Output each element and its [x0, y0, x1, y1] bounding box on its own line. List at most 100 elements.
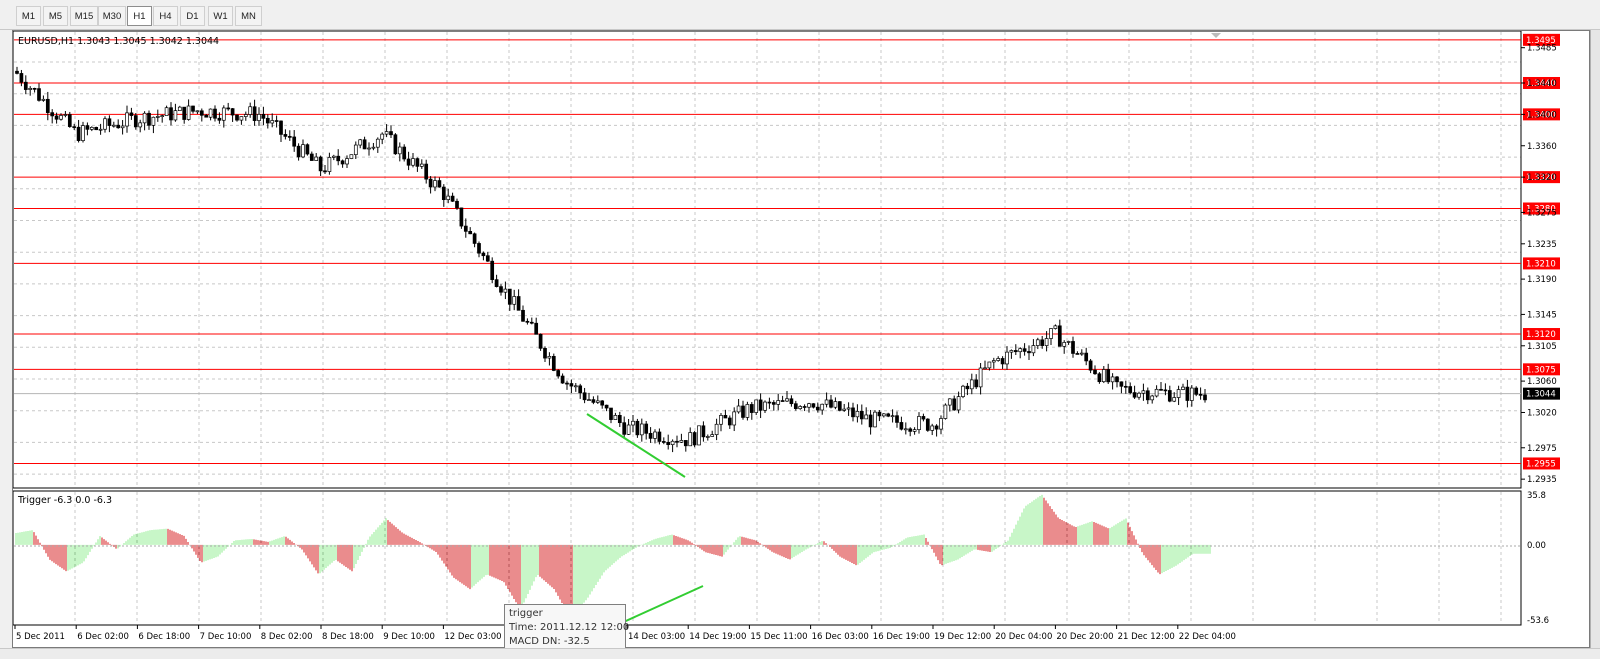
candle-body — [820, 403, 825, 411]
time-tick-label: 5 Dec 2011 — [16, 632, 65, 642]
candle-body — [710, 434, 715, 437]
timeframe-h1-button[interactable]: H1 — [127, 6, 152, 26]
candle-body — [921, 416, 926, 420]
bottom-scrollbar[interactable] — [0, 648, 1600, 659]
candle-body — [965, 385, 970, 390]
candle-body — [151, 116, 156, 126]
trigger-histogram — [15, 494, 1211, 618]
candle-body — [569, 383, 574, 387]
timeframe-m15-button[interactable]: M15 — [70, 6, 98, 26]
candle-body — [1128, 386, 1133, 393]
candle-body — [1084, 352, 1089, 362]
tooltip-title: trigger — [509, 608, 543, 619]
candle-body — [943, 404, 948, 419]
candle-body — [631, 420, 635, 426]
time-tick-label: 8 Dec 02:00 — [261, 632, 313, 642]
candle-body — [375, 138, 380, 148]
candle-body — [939, 418, 943, 430]
candle-body — [582, 392, 587, 401]
candle-body — [529, 321, 534, 324]
timeframe-mn-button[interactable]: MN — [235, 6, 262, 26]
chart-shift-marker-icon[interactable] — [1211, 33, 1221, 38]
candle-body — [503, 288, 508, 293]
candle-body — [512, 296, 517, 305]
chart-window[interactable]: 1.3495 1.3440 1.3400 1.3320 1.3280 1.3210 1.31… — [12, 30, 1591, 650]
price-panel-frame — [13, 31, 1522, 489]
price-candles — [15, 66, 1207, 453]
timeframe-w1-button[interactable]: W1 — [208, 6, 233, 26]
candle-body — [547, 356, 552, 359]
candle-body — [279, 120, 283, 135]
candle-body — [424, 163, 429, 180]
candle-body — [270, 120, 275, 124]
candle-body — [213, 108, 217, 119]
chart-canvas[interactable]: 1.34951.34401.34001.33201.32801.32101.31… — [13, 31, 1591, 649]
candle-body — [851, 407, 855, 418]
candle-body — [767, 401, 772, 404]
timeframe-toolbar: M1 M5 M15 M30 H1 H4 D1 W1 MN — [0, 0, 1600, 30]
candle-body — [807, 403, 811, 408]
candle-body — [600, 400, 605, 406]
candle-body — [274, 120, 279, 122]
candle-body — [578, 385, 583, 394]
timeframe-m1-button[interactable]: M1 — [16, 6, 41, 26]
candle-body — [287, 136, 292, 138]
candle-body — [50, 112, 55, 117]
indicator-trend-line[interactable] — [616, 585, 704, 626]
time-tick-label: 8 Dec 18:00 — [322, 632, 374, 642]
candle-body — [868, 414, 873, 428]
level-price-label: 1.3075 — [1526, 365, 1556, 375]
candle-body — [1035, 339, 1040, 346]
candle-body — [371, 146, 376, 149]
candle-body — [771, 402, 776, 405]
candle-body — [81, 125, 85, 141]
price-tick-label: 1.3105 — [1527, 342, 1557, 352]
candle-body — [842, 408, 847, 411]
level-price-label: 1.3210 — [1526, 259, 1556, 269]
candle-body — [406, 158, 411, 166]
time-tick-label: 16 Dec 03:00 — [812, 632, 869, 642]
candle-body — [802, 406, 807, 408]
tooltip-time: Time: 2011.12.12 12:00 — [509, 622, 630, 633]
candle-body — [248, 106, 253, 115]
candle-body — [859, 411, 864, 420]
candle-body — [991, 360, 996, 363]
timeframe-m5-button[interactable]: M5 — [43, 6, 68, 26]
time-tick-label: 14 Dec 19:00 — [689, 632, 746, 642]
chart-grid — [14, 32, 1521, 624]
timeframe-h4-button[interactable]: H4 — [153, 6, 178, 26]
price-tick-label: 1.3485 — [1527, 44, 1557, 54]
candle-body — [221, 107, 226, 121]
price-tick-label: 1.3400 — [1527, 110, 1557, 120]
candle-body — [1137, 392, 1141, 398]
price-tick-label: 1.3320 — [1527, 173, 1557, 183]
candle-body — [41, 98, 46, 101]
right-scrollbar[interactable] — [1590, 30, 1600, 659]
price-tick-label: 1.3235 — [1527, 240, 1557, 250]
candle-body — [1198, 394, 1203, 396]
timeframe-d1-button[interactable]: D1 — [180, 6, 205, 26]
candle-body — [912, 429, 917, 432]
price-tick-label: 1.3275 — [1527, 208, 1557, 218]
candle-body — [261, 113, 266, 119]
support-resistance-lines[interactable]: 1.34951.34401.34001.33201.32801.32101.31… — [14, 33, 1560, 470]
candle-body — [94, 126, 99, 131]
candle-body — [133, 115, 138, 128]
timeframe-m30-button[interactable]: M30 — [98, 6, 126, 26]
time-tick-label: 19 Dec 12:00 — [934, 632, 991, 642]
candle-body — [15, 70, 19, 74]
price-tick-label: 1.3190 — [1527, 275, 1557, 285]
candle-body — [701, 425, 706, 438]
candle-body — [534, 322, 539, 335]
candle-body — [490, 260, 495, 280]
candle-body — [327, 157, 332, 172]
candle-body — [930, 425, 935, 431]
candle-body — [384, 131, 389, 135]
candle-body — [983, 367, 987, 370]
candle-body — [45, 98, 50, 113]
candle-body — [617, 415, 622, 424]
candle-body — [318, 156, 323, 172]
candle-body — [1079, 352, 1084, 355]
candle-body — [521, 309, 525, 322]
candle-body — [688, 432, 693, 447]
